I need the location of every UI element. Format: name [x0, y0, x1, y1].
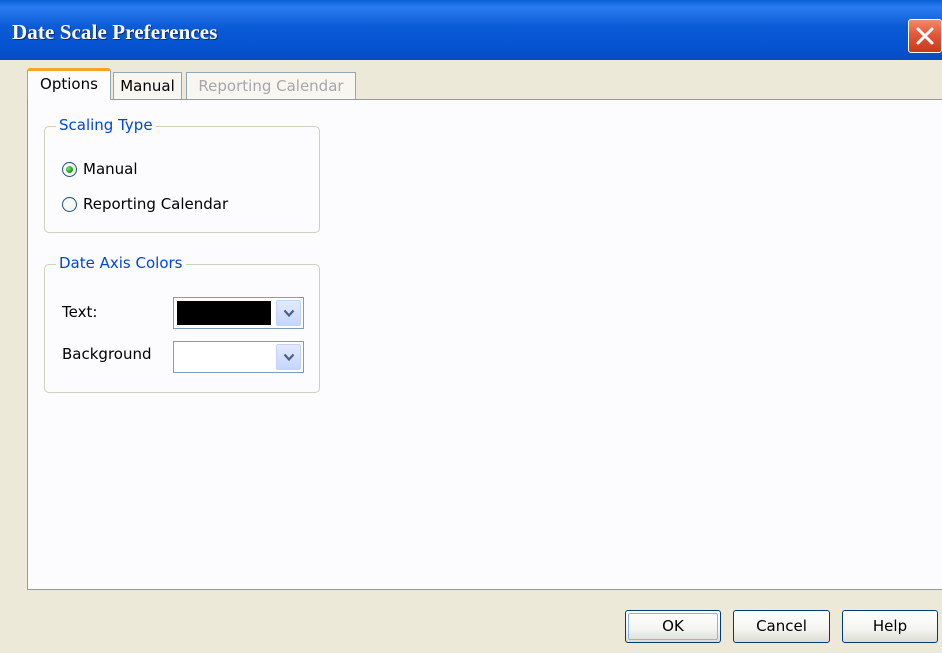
tab-options[interactable]: Options — [27, 68, 111, 100]
tab-manual-label: Manual — [120, 77, 175, 95]
radio-reporting-calendar-label: Reporting Calendar — [83, 195, 229, 213]
background-color-dropdown-button[interactable] — [276, 344, 301, 370]
scaling-type-legend: Scaling Type — [56, 116, 156, 134]
close-icon — [916, 27, 934, 45]
background-color-swatch — [177, 345, 271, 369]
date-axis-colors-legend: Date Axis Colors — [56, 254, 186, 272]
tab-reporting-calendar-label: Reporting Calendar — [198, 77, 344, 95]
text-color-swatch — [177, 301, 271, 325]
background-color-select[interactable] — [173, 341, 304, 373]
chevron-down-icon — [283, 309, 295, 318]
radio-unchecked-icon — [62, 196, 77, 212]
chevron-down-icon — [283, 353, 295, 362]
scaling-type-group — [44, 126, 320, 233]
tab-manual[interactable]: Manual — [113, 72, 182, 99]
ok-button[interactable]: OK — [625, 610, 721, 643]
tab-options-label: Options — [40, 75, 98, 93]
dialog-window: Date Scale Preferences Options Manual Re… — [0, 0, 942, 653]
close-button[interactable] — [908, 19, 942, 53]
window-title: Date Scale Preferences — [12, 20, 218, 44]
radio-checked-icon — [62, 161, 77, 177]
radio-manual-label: Manual — [83, 160, 138, 178]
background-color-label: Background — [62, 345, 152, 363]
title-bar[interactable]: Date Scale Preferences — [0, 0, 942, 60]
cancel-button[interactable]: Cancel — [733, 610, 830, 643]
tab-reporting-calendar: Reporting Calendar — [186, 72, 356, 99]
text-color-select[interactable] — [173, 297, 304, 329]
text-color-dropdown-button[interactable] — [276, 300, 301, 326]
text-color-label: Text: — [62, 303, 98, 321]
radio-reporting-calendar[interactable]: Reporting Calendar — [62, 195, 228, 213]
help-button[interactable]: Help — [842, 610, 938, 643]
radio-manual[interactable]: Manual — [62, 160, 138, 178]
